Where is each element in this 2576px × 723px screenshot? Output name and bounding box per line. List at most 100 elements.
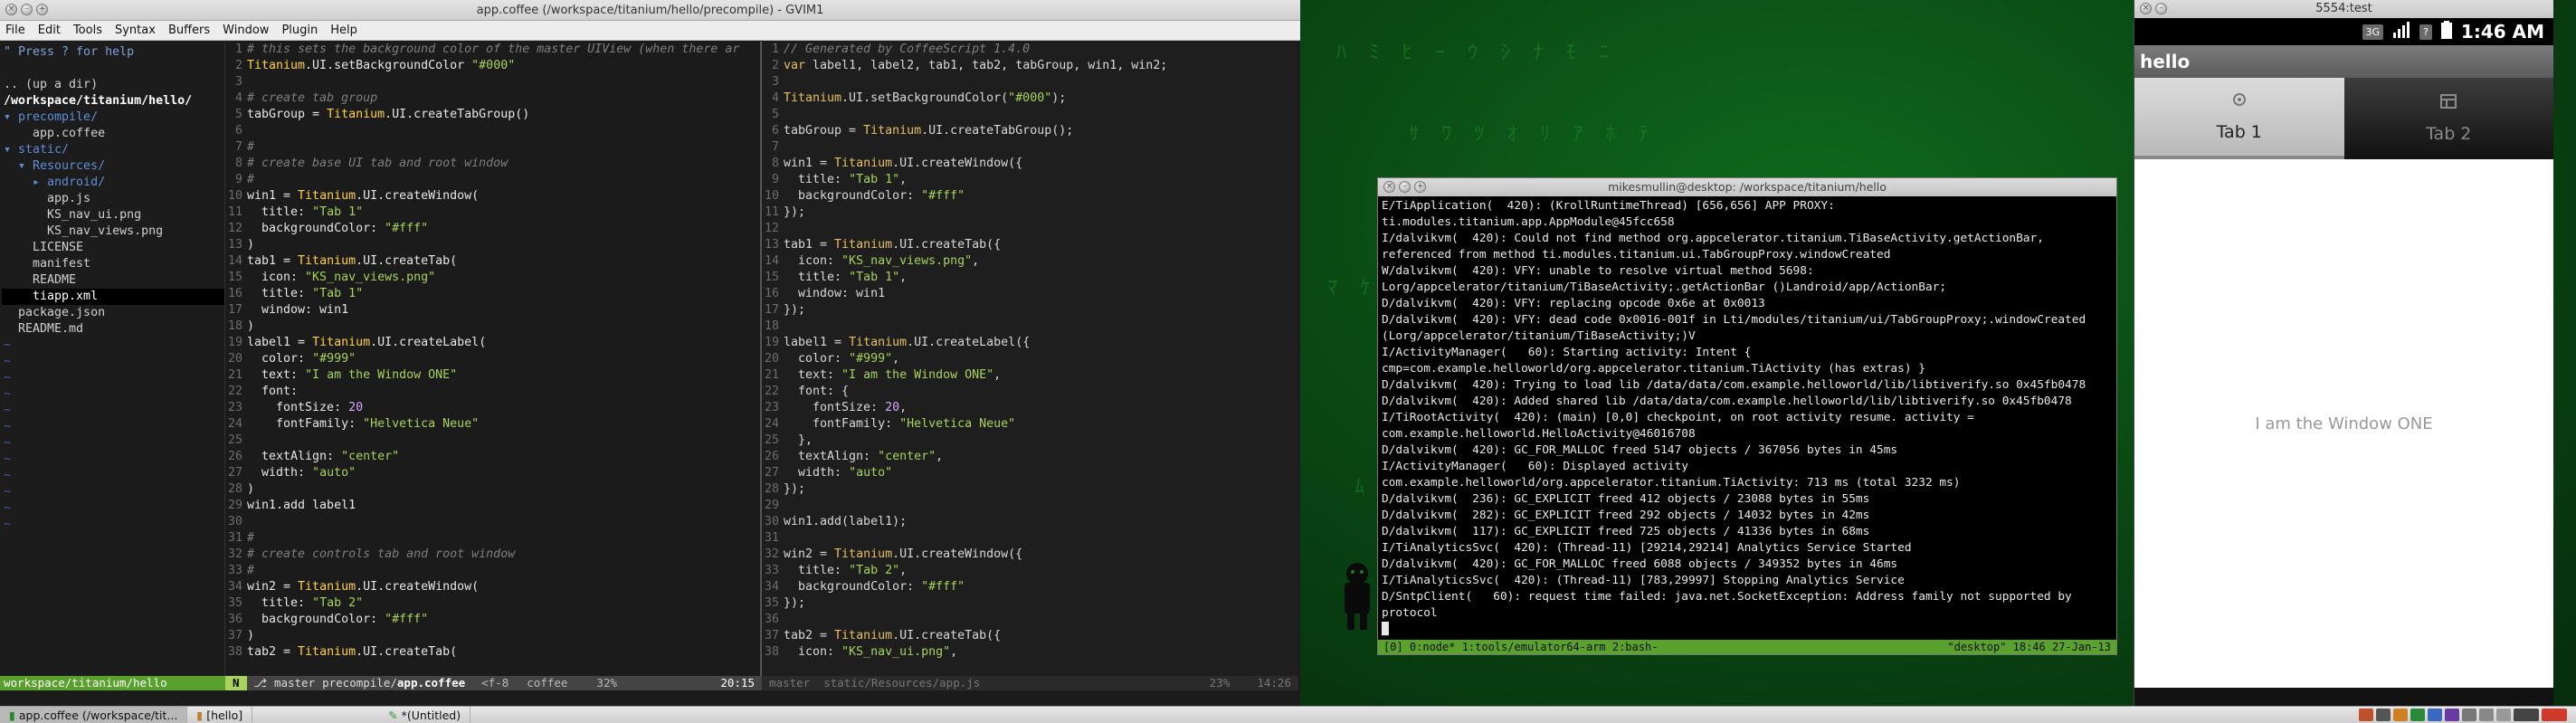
code-line[interactable]: 4 # create tab group (225, 90, 760, 107)
tree-entry[interactable]: KS_nav_ui.png (2, 207, 224, 224)
tree-entry[interactable]: manifest (2, 256, 224, 272)
terminal-output[interactable]: E/TiApplication( 420): (KrollRuntimeThre… (1378, 196, 2116, 640)
menu-plugin[interactable]: Plugin (281, 24, 318, 37)
taskbar-item-hello[interactable]: ▮ [hello] (187, 706, 253, 723)
code-line[interactable]: 21 text: "I am the Window ONE", (762, 367, 1298, 384)
code-line[interactable]: 13 tab1 = Titanium.UI.createTab({ (762, 237, 1298, 253)
code-line[interactable]: 33 title: "Tab 2", (762, 563, 1298, 579)
code-line[interactable]: 7 # (225, 139, 760, 156)
close-icon[interactable]: × (5, 4, 17, 15)
tray-icon[interactable] (2393, 709, 2408, 721)
menu-file[interactable]: File (5, 24, 25, 37)
code-line[interactable]: 12 backgroundColor: "#fff" (225, 221, 760, 237)
code-line[interactable]: 23 fontSize: 20, (762, 400, 1298, 416)
code-line[interactable]: 5 (762, 107, 1298, 123)
code-line[interactable]: 11 title: "Tab 1" (225, 205, 760, 221)
code-line[interactable]: 10 backgroundColor: "#fff" (762, 188, 1298, 205)
tree-entry[interactable]: .. (up a dir) (2, 77, 224, 93)
tray-icon[interactable] (2445, 709, 2459, 721)
tab-1[interactable]: Tab 1 (2134, 78, 2344, 159)
tree-entry[interactable]: ▾ static/ (2, 142, 224, 158)
code-line[interactable]: 18 (762, 319, 1298, 335)
code-line[interactable]: 24 fontFamily: "Helvetica Neue" (225, 416, 760, 433)
code-line[interactable]: 27 width: "auto" (762, 465, 1298, 481)
code-line[interactable]: 8 win1 = Titanium.UI.createWindow({ (762, 156, 1298, 172)
menu-window[interactable]: Window (223, 24, 269, 37)
code-line[interactable]: 12 (762, 221, 1298, 237)
js-editor-pane[interactable]: 1 // Generated by CoffeeScript 1.4.0 2 var … (762, 42, 1298, 676)
tree-entry[interactable]: app.coffee (2, 126, 224, 142)
tree-entry[interactable]: ▾ precompile/ (2, 109, 224, 126)
taskbar-item-untitled[interactable]: ✎ *(Untitled) (379, 706, 471, 723)
tree-entry[interactable] (2, 61, 224, 77)
code-line[interactable]: 19 label1 = Titanium.UI.createLabel({ (762, 335, 1298, 351)
code-line[interactable]: 3 (225, 74, 760, 90)
code-line[interactable]: 37) (225, 628, 760, 644)
code-line[interactable]: 16 window: win1 (762, 286, 1298, 302)
code-line[interactable]: 30 (225, 514, 760, 530)
tray-icon[interactable] (2410, 709, 2425, 721)
tree-entry[interactable]: README (2, 272, 224, 289)
code-line[interactable]: 24 fontFamily: "Helvetica Neue" (762, 416, 1298, 433)
maximize-icon[interactable]: + (36, 4, 48, 15)
tray-icon[interactable] (2428, 709, 2442, 721)
emulator-titlebar[interactable]: × – 5554:test (2134, 0, 2553, 18)
gvim-titlebar[interactable]: × – + app.coffee (/workspace/titanium/he… (0, 0, 1300, 21)
close-icon[interactable]: × (1383, 181, 1395, 193)
maximize-icon[interactable]: + (1414, 181, 1426, 193)
nerdtree-pane[interactable]: " Press ? for help .. (up a dir)/workspac… (0, 42, 225, 676)
code-line[interactable]: 25 }, (762, 433, 1298, 449)
tree-entry[interactable]: tiapp.xml (2, 289, 224, 305)
code-line[interactable]: 30 win1.add(label1); (762, 514, 1298, 530)
code-line[interactable]: 15 title: "Tab 1", (762, 270, 1298, 286)
menu-edit[interactable]: Edit (38, 24, 61, 37)
code-line[interactable]: 14 icon: "KS_nav_views.png", (762, 253, 1298, 270)
tree-entry[interactable]: package.json (2, 305, 224, 321)
code-line[interactable]: 35 title: "Tab 2" (225, 595, 760, 612)
tree-entry[interactable]: KS_nav_views.png (2, 224, 224, 240)
tree-entry[interactable]: LICENSE (2, 240, 224, 256)
code-line[interactable]: 31 (762, 530, 1298, 547)
tray-icon[interactable] (2359, 709, 2373, 721)
terminal-titlebar[interactable]: × – + mikesmullin@desktop: /workspace/ti… (1378, 178, 2116, 196)
code-line[interactable]: 4 Titanium.UI.setBackgroundColor("#000"); (762, 90, 1298, 107)
minimize-icon[interactable]: – (2155, 3, 2167, 14)
code-line[interactable]: 37 tab2 = Titanium.UI.createTab({ (762, 628, 1298, 644)
code-line[interactable]: 15 icon: "KS_nav_views.png" (225, 270, 760, 286)
vim-command-line[interactable] (0, 690, 1300, 706)
taskbar-item-gvim[interactable]: ▮ app.coffee (/workspace/tit... (0, 706, 188, 723)
code-line[interactable]: 29 (762, 498, 1298, 514)
code-line[interactable]: 3 (762, 74, 1298, 90)
tray-icon[interactable] (2496, 709, 2511, 721)
code-line[interactable]: 35}); (762, 595, 1298, 612)
terminal-window[interactable]: × – + mikesmullin@desktop: /workspace/ti… (1377, 177, 2117, 655)
code-line[interactable]: 32 win2 = Titanium.UI.createWindow({ (762, 547, 1298, 563)
menu-tools[interactable]: Tools (73, 24, 102, 37)
code-line[interactable]: 22 font: (225, 384, 760, 400)
tree-entry[interactable]: ▾ Resources/ (2, 158, 224, 175)
code-line[interactable]: 6 tabGroup = Titanium.UI.createTabGroup()… (762, 123, 1298, 139)
tree-entry[interactable]: " Press ? for help (2, 44, 224, 61)
code-line[interactable]: 10 win1 = Titanium.UI.createWindow( (225, 188, 760, 205)
code-line[interactable]: 22 font: { (762, 384, 1298, 400)
tab-2[interactable]: Tab 2 (2343, 78, 2553, 159)
code-line[interactable]: 34 win2 = Titanium.UI.createWindow( (225, 579, 760, 595)
code-line[interactable]: 9 title: "Tab 1", (762, 172, 1298, 188)
code-line[interactable]: 16 title: "Tab 1" (225, 286, 760, 302)
tree-entry[interactable]: ▸ android/ (2, 175, 224, 191)
code-line[interactable]: 7 (762, 139, 1298, 156)
code-line[interactable]: 38 tab2 = Titanium.UI.createTab( (225, 644, 760, 661)
code-line[interactable]: 17}); (762, 302, 1298, 319)
code-line[interactable]: 8 # create base UI tab and root window (225, 156, 760, 172)
tray-icon[interactable] (2542, 709, 2567, 721)
code-line[interactable]: 28}); (762, 481, 1298, 498)
tray-icon[interactable] (2462, 709, 2476, 721)
code-line[interactable]: 26 textAlign: "center" (225, 449, 760, 465)
code-line[interactable]: 29 win1.add label1 (225, 498, 760, 514)
code-line[interactable]: 25 (225, 433, 760, 449)
code-line[interactable]: 23 fontSize: 20 (225, 400, 760, 416)
code-line[interactable]: 20 color: "#999" (225, 351, 760, 367)
code-line[interactable]: 13) (225, 237, 760, 253)
code-line[interactable]: 26 textAlign: "center", (762, 449, 1298, 465)
code-line[interactable]: 1 # this sets the background color of the… (225, 42, 760, 58)
